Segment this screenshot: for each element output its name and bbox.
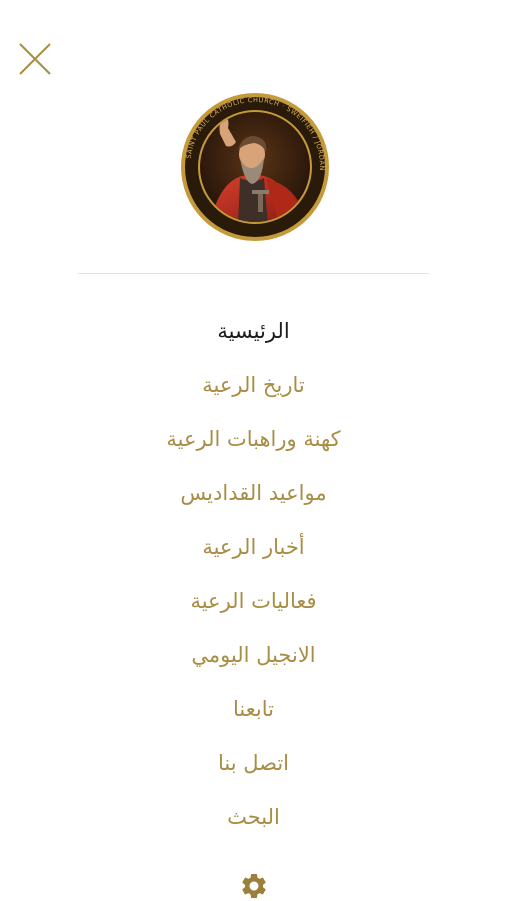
main-menu: الرئيسية تاريخ الرعية كهنة وراهبات الرعي… xyxy=(0,304,507,844)
close-icon xyxy=(19,43,51,75)
menu-item-follow-us[interactable]: تابعنا xyxy=(0,682,507,736)
gear-icon xyxy=(242,874,266,898)
menu-item-mass-times[interactable]: مواعيد القداديس xyxy=(0,466,507,520)
menu-item-contact-us[interactable]: اتصل بنا xyxy=(0,736,507,790)
church-logo: SAINT PAUL CATHOLIC CHURCH · SWEIFIEH / … xyxy=(180,92,330,242)
menu-item-parish-events[interactable]: فعاليات الرعية xyxy=(0,574,507,628)
menu-item-daily-gospel[interactable]: الانجيل اليومي xyxy=(0,628,507,682)
menu-item-parish-news[interactable]: أخبار الرعية xyxy=(0,520,507,574)
settings-button[interactable] xyxy=(239,871,269,901)
menu-item-home[interactable]: الرئيسية xyxy=(0,304,507,358)
menu-item-search[interactable]: البحث xyxy=(0,790,507,844)
menu-item-parish-history[interactable]: تاريخ الرعية xyxy=(0,358,507,412)
menu-item-priests-nuns[interactable]: كهنة وراهبات الرعية xyxy=(0,412,507,466)
menu-divider xyxy=(78,273,429,274)
close-button[interactable] xyxy=(16,40,54,78)
